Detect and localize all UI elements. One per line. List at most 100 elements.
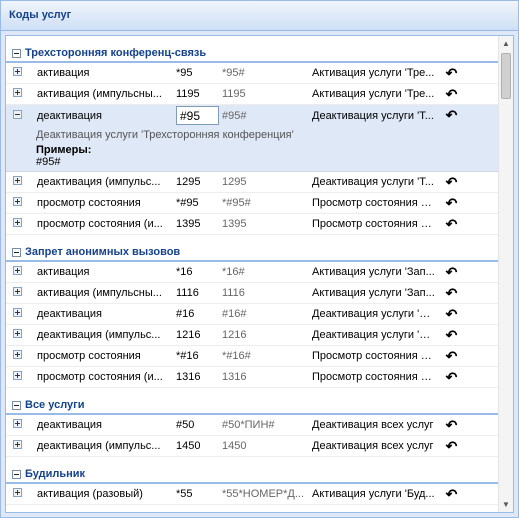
service-description: Активация услуги 'Буд... <box>312 488 435 500</box>
table-row[interactable]: деактивация #50 #50*ПИН# Деактивация всех у… <box>6 415 499 436</box>
row-expander-cell[interactable] <box>6 371 34 383</box>
expand-row-icon[interactable] <box>13 88 22 97</box>
service-action-name: просмотр состояния <box>37 197 141 209</box>
code-edit-field[interactable]: #95 <box>176 106 219 125</box>
undo-arrow-icon[interactable]: ↶ <box>435 174 465 191</box>
undo-arrow-icon[interactable]: ↶ <box>435 438 465 455</box>
row-expander-cell[interactable] <box>6 67 34 79</box>
service-action-name: деактивация <box>37 109 103 122</box>
undo-arrow-icon[interactable]: ↶ <box>435 86 465 103</box>
table-row[interactable]: деактивация (импульс... 1450 1450 Деактивац… <box>6 436 499 457</box>
service-full-code: *#95# <box>222 197 251 209</box>
row-expander-cell[interactable] <box>6 109 34 122</box>
table-row[interactable]: активация *16 *16# Активация услуги 'Зап...… <box>6 262 499 283</box>
row-expander-cell[interactable] <box>6 440 34 452</box>
service-code: *95 <box>176 67 193 79</box>
scroll-up-icon[interactable]: ▲ <box>499 36 513 51</box>
service-action-name: деактивация <box>37 308 103 320</box>
examples-label: Примеры: <box>36 144 92 156</box>
scroll-down-icon[interactable]: ▼ <box>499 497 513 512</box>
service-action-name: просмотр состояния (и... <box>37 218 163 230</box>
service-code: *#95 <box>176 197 199 209</box>
expand-row-icon[interactable] <box>13 329 22 338</box>
row-expander-cell[interactable] <box>6 287 34 299</box>
expand-row-icon[interactable] <box>13 440 22 449</box>
collapse-group-icon[interactable] <box>12 400 21 410</box>
expand-row-icon[interactable] <box>13 218 22 227</box>
expand-row-icon[interactable] <box>13 266 22 275</box>
service-full-code: *55*НОМЕР*Д... <box>222 488 305 500</box>
undo-arrow-icon[interactable]: ↶ <box>435 285 465 302</box>
undo-arrow-icon[interactable]: ↶ <box>435 369 465 386</box>
group-header[interactable]: Все услуги <box>6 388 499 415</box>
service-description: Деактивация услуги 'З... <box>312 329 435 341</box>
table-row[interactable]: активация (разовый) *55 *55*НОМЕР*Д... Акти… <box>6 484 499 505</box>
collapse-group-icon[interactable] <box>12 469 21 479</box>
grid-body: Трехсторонняя конференц-связь активация *9… <box>5 35 514 513</box>
service-description: Активация услуги 'Зап... <box>312 287 435 299</box>
undo-arrow-icon[interactable]: ↶ <box>435 306 465 323</box>
table-row[interactable]: просмотр состояния *#95 *#95# Просмотр сост… <box>6 193 499 214</box>
expand-row-icon[interactable] <box>13 350 22 359</box>
expand-row-icon[interactable] <box>13 419 22 428</box>
row-expander-cell[interactable] <box>6 419 34 431</box>
row-expander-cell[interactable] <box>6 88 34 100</box>
collapse-group-icon[interactable] <box>12 48 21 58</box>
service-code: #50 <box>176 419 195 431</box>
row-expander-cell[interactable] <box>6 176 34 188</box>
undo-arrow-icon[interactable]: ↶ <box>435 107 465 124</box>
table-row[interactable]: просмотр состояния (и... 1316 1316 Просмотр… <box>6 367 499 388</box>
table-row[interactable]: просмотр состояния (и... 1395 1395 Просмотр… <box>6 214 499 235</box>
scroll-thumb[interactable] <box>501 53 511 99</box>
expand-row-icon[interactable] <box>13 308 22 317</box>
group-title: Все услуги <box>25 399 85 411</box>
row-expander-cell[interactable] <box>6 350 34 362</box>
collapse-row-icon[interactable] <box>13 109 22 119</box>
service-code[interactable]: #95 <box>173 106 219 125</box>
table-row[interactable]: деактивация #16 #16# Деактивация услуги 'З.… <box>6 304 499 325</box>
vertical-scrollbar[interactable]: ▲ ▼ <box>498 36 513 512</box>
row-expander-cell[interactable] <box>6 197 34 209</box>
row-expander-cell[interactable] <box>6 329 34 341</box>
undo-arrow-icon[interactable]: ↶ <box>435 327 465 344</box>
service-description: Деактивация всех услуг <box>312 419 434 431</box>
undo-arrow-icon[interactable]: ↶ <box>435 195 465 212</box>
undo-arrow-icon[interactable]: ↶ <box>435 348 465 365</box>
service-full-code: 1295 <box>222 176 247 188</box>
service-action-name: просмотр состояния (и... <box>37 371 163 383</box>
service-description: Просмотр состояния усл... <box>312 371 435 383</box>
table-row[interactable]: просмотр состояния *#16 *#16# Просмотр сост… <box>6 346 499 367</box>
expand-row-icon[interactable] <box>13 371 22 380</box>
table-row[interactable]: деактивация (импульс... 1216 1216 Деактивац… <box>6 325 499 346</box>
table-row[interactable]: активация *95 *95# Активация услуги 'Тре...… <box>6 63 499 84</box>
expand-row-icon[interactable] <box>13 67 22 76</box>
row-expander-cell[interactable] <box>6 218 34 230</box>
table-row[interactable]: активация (импульсны... 1116 1116 Активация… <box>6 283 499 304</box>
undo-arrow-icon[interactable]: ↶ <box>435 486 465 503</box>
service-code: 1316 <box>176 371 201 383</box>
service-full-code: #16# <box>222 308 247 320</box>
undo-arrow-icon[interactable]: ↶ <box>435 417 465 434</box>
group-header[interactable]: Запрет анонимных вызовов <box>6 235 499 262</box>
undo-arrow-icon[interactable]: ↶ <box>435 264 465 281</box>
undo-arrow-icon[interactable]: ↶ <box>435 65 465 82</box>
expand-row-icon[interactable] <box>13 197 22 206</box>
expand-row-icon[interactable] <box>13 287 22 296</box>
service-action-name: деактивация (импульс... <box>37 176 161 188</box>
row-expander-cell[interactable] <box>6 488 34 500</box>
row-expander-cell[interactable] <box>6 308 34 320</box>
service-full-code: 1395 <box>222 218 247 230</box>
table-row[interactable]: активация (импульсны... 1195 1195 Активация… <box>6 84 499 105</box>
collapse-group-icon[interactable] <box>12 247 21 257</box>
expand-row-icon[interactable] <box>13 488 22 497</box>
service-action-name: деактивация (импульс... <box>37 440 161 452</box>
service-full-code: 1316 <box>222 371 247 383</box>
table-row[interactable]: деактивация #95 #95# Деактивация услуги 'Т.… <box>6 105 499 126</box>
table-row[interactable]: деактивация (импульс... 1295 1295 Деактивац… <box>6 172 499 193</box>
expand-row-icon[interactable] <box>13 176 22 185</box>
service-code: 1216 <box>176 329 201 341</box>
row-expander-cell[interactable] <box>6 266 34 278</box>
group-header[interactable]: Трехсторонняя конференц-связь <box>6 36 499 63</box>
group-header[interactable]: Будильник <box>6 457 499 484</box>
undo-arrow-icon[interactable]: ↶ <box>435 216 465 233</box>
